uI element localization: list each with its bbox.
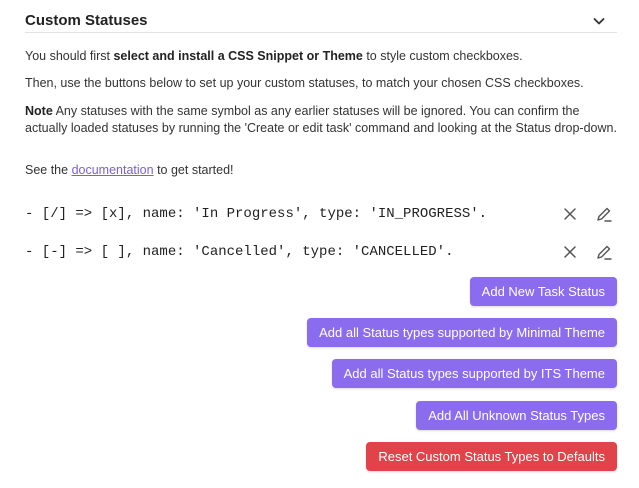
- reset-statuses-button[interactable]: Reset Custom Status Types to Defaults: [366, 442, 617, 471]
- note-label: Note: [25, 104, 53, 118]
- docs-text: See the: [25, 163, 72, 177]
- chevron-down-icon[interactable]: [591, 13, 607, 29]
- status-row-in-progress: - [/] => [x], name: 'In Progress', type:…: [25, 202, 617, 226]
- status-description: - [-] => [ ], name: 'Cancelled', type: '…: [25, 244, 454, 260]
- docs-text: to get started!: [153, 163, 234, 177]
- status-row-cancelled: - [-] => [ ], name: 'Cancelled', type: '…: [25, 240, 617, 264]
- intro-text: You should first: [25, 49, 114, 63]
- status-description: - [/] => [x], name: 'In Progress', type:…: [25, 206, 488, 222]
- intro-text: to style custom checkboxes.: [362, 49, 523, 63]
- add-minimal-theme-statuses-button[interactable]: Add all Status types supported by Minima…: [307, 318, 617, 347]
- section-header[interactable]: Custom Statuses: [25, 4, 617, 33]
- section-title: Custom Statuses: [25, 12, 148, 29]
- pencil-icon[interactable]: [595, 205, 613, 223]
- pencil-icon[interactable]: [595, 243, 613, 261]
- close-icon[interactable]: [561, 243, 579, 261]
- intro-bold-text: select and install a CSS Snippet or Them…: [113, 49, 363, 63]
- intro-paragraph-1: You should first select and install a CS…: [25, 48, 617, 65]
- docs-paragraph: See the documentation to get started!: [25, 162, 617, 179]
- add-its-theme-statuses-button[interactable]: Add all Status types supported by ITS Th…: [331, 359, 617, 388]
- intro-paragraph-2: Then, use the buttons below to set up yo…: [25, 76, 584, 90]
- note-paragraph: Note Any statuses with the same symbol a…: [25, 103, 617, 137]
- documentation-link[interactable]: documentation: [72, 163, 154, 177]
- note-text: Any statuses with the same symbol as any…: [25, 104, 617, 135]
- add-new-task-status-button[interactable]: Add New Task Status: [469, 277, 617, 306]
- custom-statuses-panel: Custom Statuses You should first select …: [0, 0, 639, 488]
- add-unknown-statuses-button[interactable]: Add All Unknown Status Types: [416, 401, 617, 430]
- close-icon[interactable]: [561, 205, 579, 223]
